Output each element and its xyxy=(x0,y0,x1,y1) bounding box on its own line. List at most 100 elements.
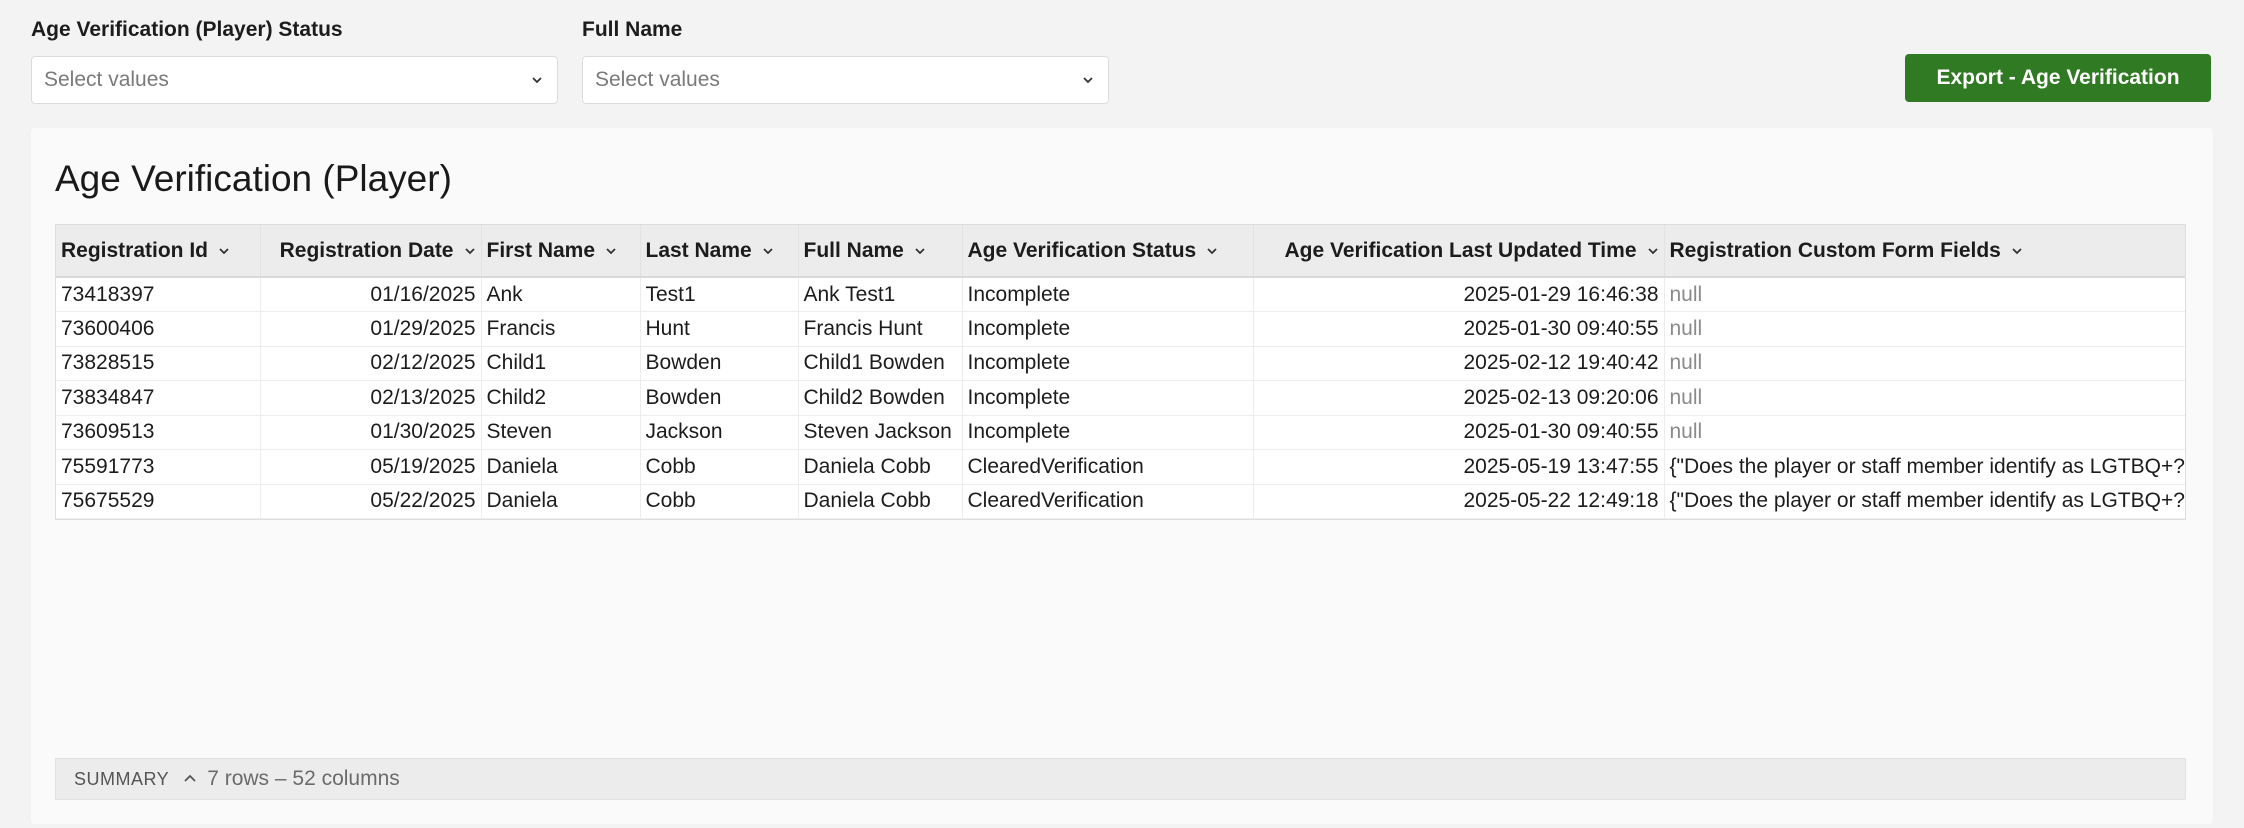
table-row: 73418397 01/16/2025 Ank Test1 Ank Test1 … xyxy=(56,277,2185,312)
first-name-cell: Child2 xyxy=(481,380,641,416)
registration-date-cell: 01/29/2025 xyxy=(260,311,482,347)
data-table: Registration Id Registration Date First … xyxy=(55,224,2186,520)
registration-id-cell: 73828515 xyxy=(56,346,261,381)
sort-chevron-icon xyxy=(763,247,773,254)
registration-date-cell: 05/19/2025 xyxy=(260,449,482,485)
status-cell: Incomplete xyxy=(962,311,1254,347)
column-header-label: Registration Date xyxy=(279,238,454,262)
last-name-cell: Hunt xyxy=(640,311,799,347)
column-header[interactable]: Age Verification Last Updated Time xyxy=(1253,225,1665,278)
last-name-cell: Cobb xyxy=(640,449,799,485)
first-name-cell: Francis xyxy=(481,311,641,347)
full-name-filter-select[interactable]: Select values xyxy=(582,56,1109,104)
sort-chevron-icon xyxy=(1207,247,1217,254)
first-name-cell: Child1 xyxy=(481,346,641,381)
registration-date-cell: 02/12/2025 xyxy=(260,346,482,381)
registration-date-cell: 02/13/2025 xyxy=(260,380,482,416)
table-row: 75591773 05/19/2025 Daniela Cobb Daniela… xyxy=(56,449,2185,485)
registration-id-cell: 73600406 xyxy=(56,311,261,347)
registration-id-cell: 75675529 xyxy=(56,484,261,519)
summary-toggle[interactable]: SUMMARY xyxy=(74,769,169,790)
column-header[interactable]: Age Verification Status xyxy=(962,225,1254,278)
full-name-filter: Full Name Select values xyxy=(582,18,1109,104)
column-header-label: Last Name xyxy=(645,238,752,262)
column-header[interactable]: Registration Id xyxy=(56,225,261,278)
first-name-cell: Daniela xyxy=(481,484,641,519)
status-cell: Incomplete xyxy=(962,277,1254,312)
registration-date-cell: 05/22/2025 xyxy=(260,484,482,519)
column-header-label: Full Name xyxy=(803,238,904,262)
status-cell: Incomplete xyxy=(962,346,1254,381)
first-name-cell: Daniela xyxy=(481,449,641,485)
last-name-cell: Test1 xyxy=(640,277,799,312)
full-name-cell: Daniela Cobb xyxy=(798,484,963,519)
column-header[interactable]: Registration Custom Form Fields xyxy=(1664,225,2185,278)
table-header-row: Registration Id Registration Date First … xyxy=(56,225,2185,278)
column-header-label: Registration Id xyxy=(61,238,209,262)
status-filter-label: Age Verification (Player) Status xyxy=(31,18,343,41)
registration-date-cell: 01/16/2025 xyxy=(260,277,482,312)
full-name-cell: Steven Jackson xyxy=(798,415,963,450)
custom-fields-cell: {"Does the player or staff member identi… xyxy=(1664,449,2185,485)
sort-chevron-icon xyxy=(1647,247,1658,254)
full-name-cell: Ank Test1 xyxy=(798,277,963,312)
full-name-cell: Francis Hunt xyxy=(798,311,963,347)
custom-fields-cell: null xyxy=(1664,277,2185,312)
custom-fields-cell: null xyxy=(1664,311,2185,347)
updated-time-cell: 2025-05-19 13:47:55 xyxy=(1253,449,1665,485)
chevron-down-icon xyxy=(1083,77,1093,84)
column-header[interactable]: Full Name xyxy=(798,225,963,278)
last-name-cell: Jackson xyxy=(640,415,799,450)
custom-fields-cell: null xyxy=(1664,415,2185,450)
full-name-cell: Daniela Cobb xyxy=(798,449,963,485)
summary-count: 7 rows – 52 columns xyxy=(207,767,400,790)
status-cell: ClearedVerification xyxy=(962,449,1254,485)
status-filter-placeholder: Select values xyxy=(44,68,169,91)
updated-time-cell: 2025-05-22 12:49:18 xyxy=(1253,484,1665,519)
updated-time-cell: 2025-02-13 09:20:06 xyxy=(1253,380,1665,416)
table-row: 73828515 02/12/2025 Child1 Bowden Child1… xyxy=(56,346,2185,381)
updated-time-cell: 2025-01-29 16:46:38 xyxy=(1253,277,1665,312)
column-header-label: Age Verification Last Updated Time xyxy=(1284,238,1637,262)
full-name-cell: Child2 Bowden xyxy=(798,380,963,416)
table-row: 73834847 02/13/2025 Child2 Bowden Child2… xyxy=(56,380,2185,416)
first-name-cell: Ank xyxy=(481,277,641,312)
summary-bar: SUMMARY 7 rows – 52 columns xyxy=(55,758,2186,800)
status-cell: Incomplete xyxy=(962,380,1254,416)
report-panel: Age Verification (Player) Registration I… xyxy=(31,128,2213,824)
first-name-cell: Steven xyxy=(481,415,641,450)
column-header-label: Age Verification Status xyxy=(967,238,1197,262)
custom-fields-cell: null xyxy=(1664,380,2185,416)
updated-time-cell: 2025-01-30 09:40:55 xyxy=(1253,415,1665,450)
chevron-up-icon[interactable] xyxy=(183,772,197,786)
sort-chevron-icon xyxy=(915,247,925,254)
last-name-cell: Cobb xyxy=(640,484,799,519)
status-filter-select[interactable]: Select values xyxy=(31,56,558,104)
table-row: 73609513 01/30/2025 Steven Jackson Steve… xyxy=(56,415,2185,450)
registration-id-cell: 73609513 xyxy=(56,415,261,450)
custom-fields-cell: null xyxy=(1664,346,2185,381)
last-name-cell: Bowden xyxy=(640,346,799,381)
registration-id-cell: 73418397 xyxy=(56,277,261,312)
updated-time-cell: 2025-02-12 19:40:42 xyxy=(1253,346,1665,381)
sort-chevron-icon xyxy=(2012,247,2022,254)
column-header-label: Registration Custom Form Fields xyxy=(1669,238,2001,262)
sort-chevron-icon xyxy=(464,247,475,254)
column-header[interactable]: Last Name xyxy=(640,225,799,278)
last-name-cell: Bowden xyxy=(640,380,799,416)
custom-fields-cell: {"Does the player or staff member identi… xyxy=(1664,484,2185,519)
registration-id-cell: 73834847 xyxy=(56,380,261,416)
column-header[interactable]: First Name xyxy=(481,225,641,278)
table-row: 75675529 05/22/2025 Daniela Cobb Daniela… xyxy=(56,484,2185,519)
sort-chevron-icon xyxy=(219,247,229,254)
status-cell: ClearedVerification xyxy=(962,484,1254,519)
sort-chevron-icon xyxy=(606,247,616,254)
column-header-label: First Name xyxy=(486,238,596,262)
full-name-filter-placeholder: Select values xyxy=(595,68,720,91)
registration-date-cell: 01/30/2025 xyxy=(260,415,482,450)
registration-id-cell: 75591773 xyxy=(56,449,261,485)
full-name-filter-label: Full Name xyxy=(582,18,683,41)
export-button[interactable]: Export - Age Verification xyxy=(1905,54,2211,102)
column-header[interactable]: Registration Date xyxy=(260,225,482,278)
chevron-down-icon xyxy=(532,77,542,84)
